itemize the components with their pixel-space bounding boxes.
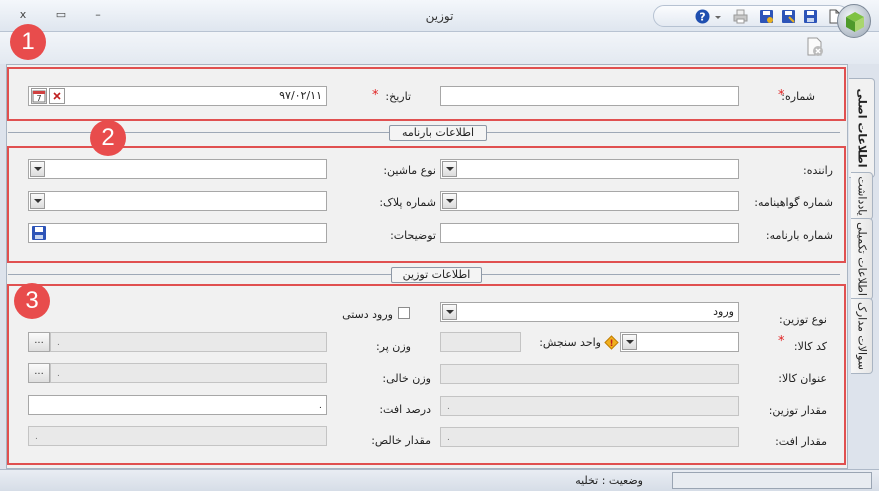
weigh-type-select[interactable]: ورود <box>440 302 739 322</box>
save-all-icon[interactable] <box>759 9 774 24</box>
unit-label: واحد سنجش: <box>539 336 601 349</box>
plate-number-label: شماره پلاک: <box>379 196 436 209</box>
help-icon[interactable]: ? <box>695 9 710 24</box>
license-number-select[interactable] <box>440 191 739 211</box>
waybill-number-input[interactable] <box>440 223 739 243</box>
net-amount-label: مقدار خالص: <box>371 434 431 447</box>
print-icon[interactable] <box>733 9 748 24</box>
empty-weight-label: وزن خالی: <box>382 372 431 385</box>
item-code-label: کد کالا: <box>793 340 827 353</box>
title-bar: توزین x ▭ – ? <box>0 0 879 38</box>
number-input[interactable] <box>440 86 739 106</box>
save-description-icon[interactable] <box>31 225 47 241</box>
command-toolbar <box>0 32 879 64</box>
clear-date-icon[interactable] <box>49 88 65 104</box>
date-label: تاریخ: <box>385 90 411 103</box>
empty-weight-browse-button[interactable]: ... <box>28 363 50 383</box>
close-button[interactable]: x <box>16 8 30 22</box>
section-2-header: اطلاعات بارنامه <box>389 125 487 141</box>
unit-input <box>440 332 521 352</box>
item-title-input <box>440 364 739 384</box>
weigh-amount-label: مقدار توزین: <box>768 404 827 417</box>
minimize-button[interactable]: – <box>91 8 105 22</box>
tab-additional-info[interactable]: اطلاعات تکمیلی <box>851 218 873 300</box>
badge-1: 1 <box>10 24 46 60</box>
svg-text:!: ! <box>609 339 613 349</box>
vehicle-type-select[interactable] <box>28 159 327 179</box>
badge-2: 2 <box>90 120 126 156</box>
number-label: شماره: <box>781 90 815 103</box>
tab-main-info[interactable]: اطلاعات اصلی <box>849 78 875 178</box>
loss-percent-input[interactable]: ۰ <box>28 395 327 415</box>
plate-number-dropdown-icon[interactable] <box>30 193 45 209</box>
app-logo[interactable] <box>837 4 871 38</box>
plate-number-select[interactable] <box>28 191 327 211</box>
number-required-mark: * <box>778 88 785 103</box>
calendar-icon[interactable]: 7 <box>31 88 47 104</box>
item-code-select[interactable] <box>620 332 739 352</box>
cube-logo-icon <box>846 12 864 32</box>
weigh-amount-input: ۰ <box>440 396 739 416</box>
empty-weight-input: ۰ <box>50 363 327 383</box>
svg-text:7: 7 <box>36 94 41 103</box>
save-icon[interactable] <box>803 9 818 24</box>
date-value: ۹۷/۰۲/۱۱ <box>279 89 322 102</box>
full-weight-input: ۰ <box>50 332 327 352</box>
item-code-required-mark: * <box>778 334 785 349</box>
section-3-header: اطلاعات توزین <box>391 267 482 283</box>
vertical-tab-strip: اطلاعات اصلی یادداشت اطلاعات تکمیلی سوال… <box>849 64 877 484</box>
manual-entry-label: ورود دستی <box>342 308 393 321</box>
waybill-number-label: شماره بارنامه: <box>765 229 833 242</box>
driver-select[interactable] <box>440 159 739 179</box>
status-bar: وضعیت : تخلیه <box>0 469 879 491</box>
warning-icon: ! <box>604 335 619 350</box>
item-code-dropdown-icon[interactable] <box>622 334 637 350</box>
svg-text:?: ? <box>699 11 705 24</box>
date-required-mark: * <box>372 88 379 103</box>
vehicle-type-dropdown-icon[interactable] <box>30 161 45 177</box>
license-number-label: شماره گواهینامه: <box>754 196 833 209</box>
dropdown-icon[interactable] <box>714 9 722 24</box>
weigh-type-dropdown-icon[interactable] <box>442 304 457 320</box>
date-input[interactable]: ۹۷/۰۲/۱۱ <box>28 86 327 106</box>
loss-percent-label: درصد افت: <box>379 403 431 416</box>
status-text: وضعیت : تخلیه <box>575 474 643 487</box>
manual-entry-checkbox[interactable] <box>398 307 410 319</box>
delete-document-icon[interactable] <box>805 37 825 57</box>
full-weight-browse-button[interactable]: ... <box>28 332 50 352</box>
tab-document-questions[interactable]: سوالات مدارک <box>851 298 873 374</box>
license-number-dropdown-icon[interactable] <box>442 193 457 209</box>
vehicle-type-label: نوع ماشین: <box>383 164 436 177</box>
description-label: توضیحات: <box>390 229 436 242</box>
status-panel <box>672 472 872 489</box>
tab-notes[interactable]: یادداشت <box>851 172 873 220</box>
full-weight-label: وزن پر: <box>375 340 411 353</box>
driver-dropdown-icon[interactable] <box>442 161 457 177</box>
weigh-type-label: نوع توزین: <box>778 313 827 326</box>
weigh-type-value: ورود <box>713 305 734 318</box>
restore-button[interactable]: ▭ <box>54 8 68 22</box>
net-amount-input: ۰ <box>28 426 327 446</box>
loss-amount-label: مقدار افت: <box>775 435 827 448</box>
description-input[interactable] <box>28 223 327 243</box>
quick-access-toolbar: ? <box>653 5 849 27</box>
badge-3: 3 <box>14 283 50 319</box>
save-as-icon[interactable] <box>781 9 796 24</box>
loss-amount-input: ۰ <box>440 427 739 447</box>
driver-label: راننده: <box>803 164 833 177</box>
item-title-label: عنوان کالا: <box>778 372 827 385</box>
